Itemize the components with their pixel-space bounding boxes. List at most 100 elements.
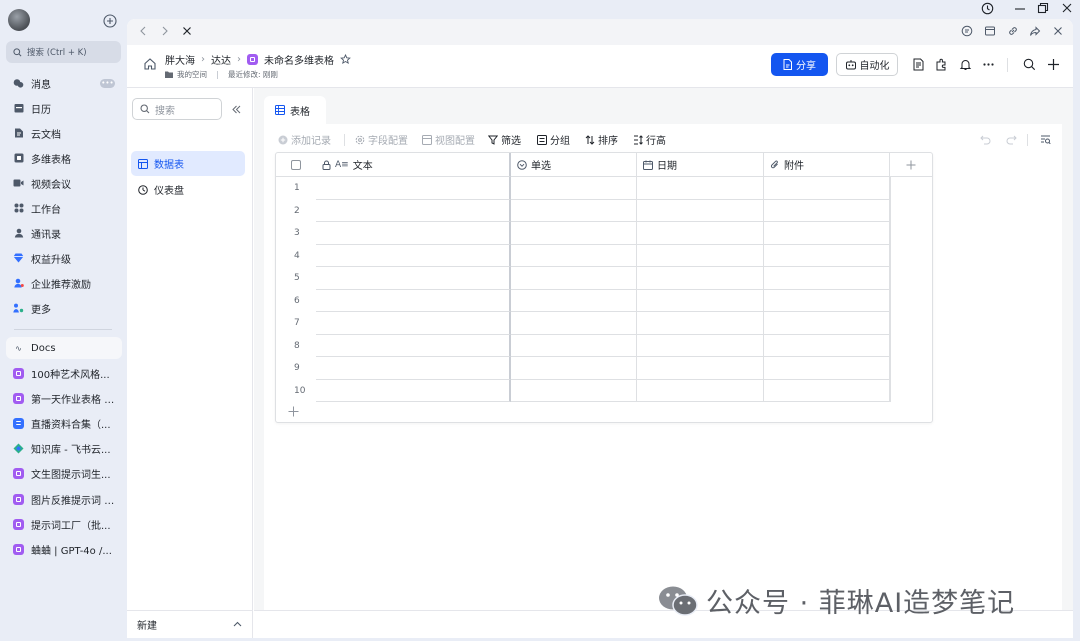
table-cell[interactable] <box>637 379 764 402</box>
history-icon[interactable] <box>981 2 995 16</box>
doc-item[interactable]: 第一天作业表格 -... <box>6 387 122 409</box>
table-cell[interactable] <box>511 177 637 200</box>
table-cell[interactable] <box>637 334 764 357</box>
table-cell[interactable] <box>637 177 764 200</box>
redo-icon[interactable] <box>1006 134 1018 146</box>
sidebar-search-input[interactable]: 搜索 <box>132 98 222 120</box>
plugin-icon[interactable] <box>935 58 949 72</box>
table-cell[interactable] <box>764 357 890 380</box>
collapse-sidebar-icon[interactable] <box>231 104 243 116</box>
table-cell[interactable] <box>764 244 890 267</box>
nav-item-contacts[interactable]: 通讯录 <box>6 222 122 244</box>
table-row[interactable]: 4 <box>276 244 890 267</box>
table-cell[interactable] <box>764 199 890 222</box>
nav-item-calendar[interactable]: 日历 <box>6 97 122 119</box>
table-row[interactable]: 10 <box>276 379 890 402</box>
table-row[interactable]: 7 <box>276 312 890 335</box>
add-row-icon[interactable] <box>288 406 300 418</box>
nav-item-workplace[interactable]: 工作台 <box>6 197 122 219</box>
table-cell[interactable] <box>511 244 637 267</box>
doc-item[interactable]: 直播资料合集（... <box>6 412 122 434</box>
space-label[interactable]: 我的空间 <box>177 69 207 80</box>
nav-item-base[interactable]: 多维表格 <box>6 147 122 169</box>
table-cell[interactable] <box>637 199 764 222</box>
field-config-button[interactable]: 字段配置 <box>355 132 408 147</box>
sort-button[interactable]: 排序 <box>585 132 618 147</box>
search-icon[interactable] <box>1023 58 1037 72</box>
doc-item[interactable]: 知识库 - 飞书云... <box>6 437 122 459</box>
stop-loading-icon[interactable] <box>181 25 194 38</box>
table-cell[interactable] <box>764 289 890 312</box>
nav-item-referral[interactable]: 企业推荐激励 <box>6 272 122 294</box>
home-icon[interactable] <box>143 57 157 71</box>
table-cell[interactable] <box>637 312 764 335</box>
doc-info-icon[interactable] <box>912 58 926 72</box>
nav-item-more[interactable]: 更多 <box>6 297 122 319</box>
forward-icon[interactable] <box>159 25 172 38</box>
close-tab-icon[interactable] <box>1052 25 1065 38</box>
add-record-button[interactable]: 添加记录 <box>278 132 331 147</box>
table-cell[interactable] <box>637 222 764 245</box>
table-cell[interactable] <box>637 357 764 380</box>
add-column-button[interactable] <box>890 153 932 177</box>
group-button[interactable]: 分组 <box>537 132 570 147</box>
table-row[interactable]: 2 <box>276 199 890 222</box>
table-row[interactable]: 6 <box>276 289 890 312</box>
table-cell[interactable] <box>316 222 511 245</box>
share-button[interactable]: 分享 <box>771 53 828 76</box>
minimize-icon[interactable] <box>1014 2 1028 16</box>
doc-item[interactable]: 图片反推提示词 -... <box>6 488 122 510</box>
filter-button[interactable]: 筛选 <box>488 132 521 147</box>
table-row[interactable]: 5 <box>276 267 890 290</box>
restore-icon[interactable] <box>1037 2 1051 16</box>
table-cell[interactable] <box>511 379 637 402</box>
star-icon[interactable] <box>340 54 351 65</box>
automation-button[interactable]: 自动化 <box>836 53 898 76</box>
window-mode-icon[interactable] <box>984 25 997 38</box>
comment-icon[interactable] <box>961 25 974 38</box>
doc-title[interactable]: 未命名多维表格 <box>264 52 334 67</box>
plus-circle-icon[interactable] <box>102 13 117 28</box>
docs-section-header[interactable]: ∿ Docs <box>6 337 122 359</box>
copy-link-icon[interactable] <box>1007 25 1020 38</box>
add-icon[interactable] <box>1047 58 1061 72</box>
table-row[interactable]: 8 <box>276 334 890 357</box>
doc-item[interactable]: 蛐蛐 | GPT-4o /... <box>6 538 122 560</box>
table-cell[interactable] <box>316 244 511 267</box>
table-cell[interactable] <box>316 312 511 335</box>
column-header-attachment[interactable]: 附件 <box>764 153 890 177</box>
breadcrumb-item[interactable]: 胖大海 <box>165 52 195 67</box>
global-search-input[interactable]: 搜索 (Ctrl + K) <box>6 41 121 63</box>
breadcrumb-item[interactable]: 达达 <box>211 52 231 67</box>
sidebar-item-datatable[interactable]: 数据表 <box>131 151 245 176</box>
table-cell[interactable] <box>637 289 764 312</box>
table-cell[interactable] <box>316 379 511 402</box>
table-cell[interactable] <box>764 379 890 402</box>
doc-item[interactable]: 提示词工厂（批... <box>6 513 122 535</box>
back-icon[interactable] <box>137 25 150 38</box>
nav-item-upgrade[interactable]: 权益升级 <box>6 247 122 269</box>
forward-share-icon[interactable] <box>1029 25 1042 38</box>
table-cell[interactable] <box>511 357 637 380</box>
nav-item-docs[interactable]: 云文档 <box>6 122 122 144</box>
sidebar-item-dashboard[interactable]: 仪表盘 <box>131 177 245 202</box>
table-cell[interactable] <box>316 177 511 200</box>
nav-item-video[interactable]: 视频会议 <box>6 172 122 194</box>
table-cell[interactable] <box>764 267 890 290</box>
table-cell[interactable] <box>511 267 637 290</box>
table-cell[interactable] <box>764 177 890 200</box>
table-cell[interactable] <box>316 199 511 222</box>
table-row[interactable]: 9 <box>276 357 890 380</box>
column-header-text[interactable]: A≡ 文本 <box>316 153 511 177</box>
search-records-icon[interactable] <box>1040 134 1052 146</box>
bell-icon[interactable] <box>959 58 973 72</box>
doc-item[interactable]: 100种艺术风格... <box>6 362 122 384</box>
close-window-icon[interactable] <box>1061 2 1075 16</box>
chevron-up-icon[interactable] <box>232 619 243 630</box>
avatar[interactable] <box>8 9 30 31</box>
more-icon[interactable] <box>982 58 996 72</box>
table-cell[interactable] <box>637 267 764 290</box>
column-header-date[interactable]: 日期 <box>637 153 764 177</box>
table-cell[interactable] <box>764 312 890 335</box>
table-cell[interactable] <box>511 312 637 335</box>
